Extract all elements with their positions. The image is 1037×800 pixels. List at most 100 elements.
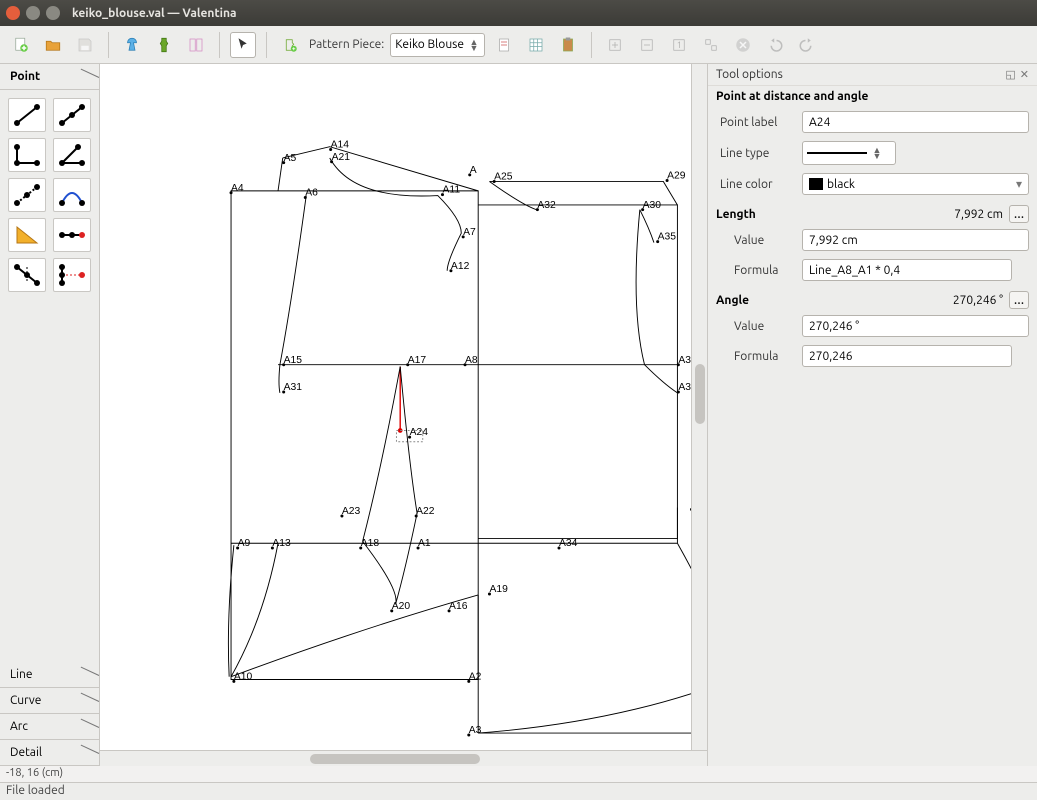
svg-text:A2: A2 [469, 672, 482, 683]
svg-text:A14: A14 [331, 140, 350, 151]
clipboard-button[interactable] [555, 32, 581, 58]
drawing-canvas[interactable]: A4A5A14A21A6AA25A11A29A32A30A26A7A35A12A… [100, 64, 691, 750]
angle-section-label: Angle [716, 294, 749, 307]
tool-triangle[interactable] [8, 218, 46, 252]
svg-text:A25: A25 [494, 172, 513, 183]
line-color-label: Line color [716, 178, 796, 191]
length-value-label: Value [716, 234, 796, 247]
save-file-button[interactable] [72, 32, 98, 58]
pattern-button[interactable] [183, 32, 209, 58]
section-arc[interactable]: Arc [0, 714, 99, 740]
angle-value-label: Value [716, 320, 796, 333]
line-color-select[interactable]: black ▾ [802, 173, 1029, 195]
open-file-button[interactable] [40, 32, 66, 58]
status-bar: File loaded [0, 782, 1037, 800]
svg-text:A35: A35 [658, 232, 677, 243]
zoom-in-button[interactable] [602, 32, 628, 58]
tool-point-segment[interactable] [8, 98, 46, 132]
tool-point-intersection[interactable] [8, 258, 46, 292]
section-line[interactable]: Line [0, 662, 99, 688]
svg-text:A4: A4 [231, 183, 244, 194]
point-label-label: Point label [716, 116, 796, 129]
redo-button[interactable] [794, 32, 820, 58]
measurements-button[interactable] [119, 32, 145, 58]
tool-point-height[interactable] [53, 218, 91, 252]
main-toolbar: Pattern Piece: Keiko Blouse ▲▼ 1 [0, 26, 1037, 64]
detach-panel-icon[interactable]: ◱ [1005, 69, 1015, 81]
angle-section-value: 270,246 ° [953, 294, 1003, 307]
pattern-piece-label: Pattern Piece: [309, 38, 384, 51]
tool-options-panel: Tool options ◱ ✕ Point at distance and an… [707, 64, 1037, 766]
tool-point-angle[interactable] [53, 138, 91, 172]
undo-button[interactable] [762, 32, 788, 58]
stop-button[interactable] [730, 32, 756, 58]
length-more-button[interactable]: … [1009, 205, 1029, 223]
close-panel-icon[interactable]: ✕ [1020, 69, 1029, 81]
tool-palette: Point Line Curve Arc Detail [0, 64, 100, 766]
horizontal-scrollbar[interactable] [100, 750, 707, 766]
svg-text:A16: A16 [449, 601, 468, 612]
svg-text:A17: A17 [408, 355, 427, 366]
table-button[interactable] [523, 32, 549, 58]
svg-text:A24: A24 [410, 427, 429, 438]
point-label-input[interactable]: A24 [802, 111, 1029, 133]
angle-formula-label: Formula [716, 350, 796, 363]
tool-point-bisector[interactable] [8, 178, 46, 212]
length-section-label: Length [716, 208, 756, 221]
section-detail[interactable]: Detail [0, 740, 99, 766]
svg-text:A6: A6 [305, 188, 318, 199]
pattern-piece-value: Keiko Blouse [395, 38, 464, 51]
svg-text:A5: A5 [284, 153, 297, 164]
line-type-label: Line type [716, 147, 796, 160]
line-type-select[interactable]: ▲▼ [802, 141, 896, 165]
arrow-tool-button[interactable] [230, 32, 256, 58]
add-piece-button[interactable] [277, 32, 303, 58]
pattern-piece-select[interactable]: Keiko Blouse ▲▼ [390, 33, 485, 57]
tool-point-along-line[interactable] [53, 98, 91, 132]
window-close-button[interactable] [6, 6, 20, 20]
length-value-input[interactable]: 7,992 cm [802, 229, 1029, 251]
svg-text:A20: A20 [392, 601, 411, 612]
tool-point-shoulder[interactable] [53, 258, 91, 292]
tool-name: Point at distance and angle [708, 86, 1037, 107]
zoom-out-button[interactable] [634, 32, 660, 58]
body-button[interactable] [151, 32, 177, 58]
svg-text:A10: A10 [234, 672, 253, 683]
history-button[interactable] [491, 32, 517, 58]
angle-more-button[interactable]: … [1009, 291, 1029, 309]
svg-text:A: A [470, 165, 477, 176]
svg-text:A7: A7 [463, 227, 476, 238]
svg-text:A37: A37 [678, 382, 691, 393]
svg-text:A3: A3 [469, 725, 482, 736]
section-point[interactable]: Point [0, 64, 99, 90]
svg-text:A31: A31 [284, 382, 303, 393]
svg-text:A22: A22 [416, 506, 435, 517]
zoom-all-button[interactable] [698, 32, 724, 58]
window-minimize-button[interactable] [26, 6, 40, 20]
svg-text:A30: A30 [643, 200, 662, 211]
svg-text:A36: A36 [678, 355, 691, 366]
svg-text:A19: A19 [489, 584, 508, 595]
section-curve[interactable]: Curve [0, 688, 99, 714]
length-formula-input[interactable]: Line_A8_A1 * 0,4 [802, 259, 1012, 281]
svg-text:A13: A13 [272, 538, 291, 549]
angle-value-input[interactable]: 270,246 ° [802, 315, 1029, 337]
zoom-fit-button[interactable]: 1 [666, 32, 692, 58]
cursor-coordinates: -18, 16 (cm) [0, 766, 1037, 782]
vertical-scrollbar[interactable] [691, 64, 707, 750]
tool-point-perpendicular[interactable] [8, 138, 46, 172]
svg-text:A34: A34 [559, 538, 578, 549]
svg-text:A1: A1 [418, 538, 431, 549]
svg-text:A21: A21 [332, 152, 351, 163]
window-title: keiko_blouse.val — Valentina [72, 7, 236, 20]
color-swatch [809, 178, 823, 190]
svg-text:A23: A23 [342, 506, 361, 517]
svg-text:A29: A29 [667, 171, 686, 182]
window-maximize-button[interactable] [46, 6, 60, 20]
tool-options-title: Tool options [716, 68, 783, 81]
angle-formula-input[interactable]: 270,246 [802, 345, 1012, 367]
new-file-button[interactable] [8, 32, 34, 58]
svg-text:A11: A11 [442, 185, 460, 196]
tool-point-curve[interactable] [53, 178, 91, 212]
svg-text:A18: A18 [361, 538, 380, 549]
